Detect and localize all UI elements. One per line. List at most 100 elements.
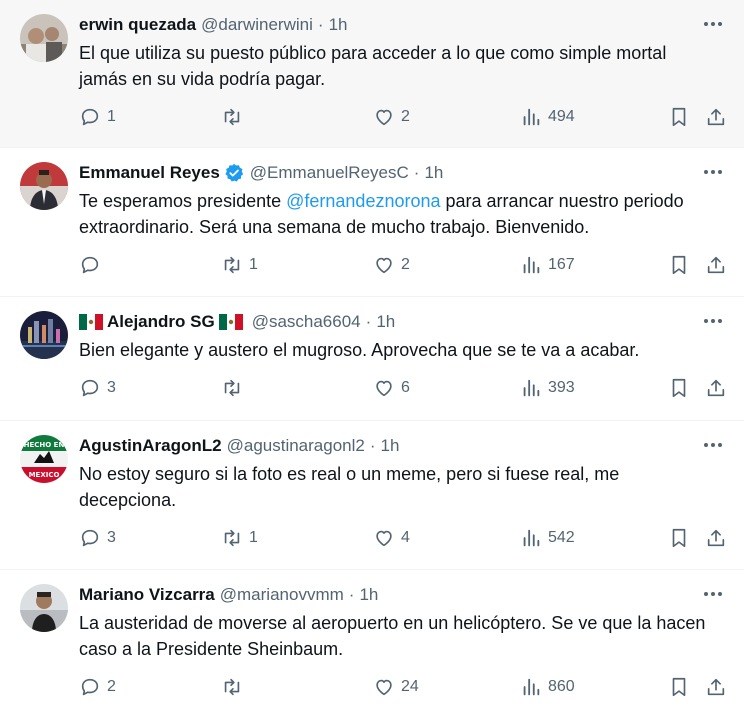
tweet-header: erwin quezada @darwinerwini · 1h	[79, 12, 726, 38]
views-button[interactable]: 167	[520, 254, 575, 276]
more-icon[interactable]	[702, 313, 724, 329]
tweet-header: Alejandro SG @sascha6604 · 1h	[79, 309, 726, 335]
tweet-text: La austeridad de moverse al aeropuerto e…	[79, 613, 706, 659]
retweet-button[interactable]	[221, 676, 249, 698]
reply-count: 1	[107, 108, 116, 125]
display-name[interactable]: Alejandro SG	[107, 312, 215, 332]
display-name[interactable]: Emmanuel Reyes	[79, 163, 220, 183]
share-icon	[705, 527, 727, 549]
like-button[interactable]: 4	[373, 527, 410, 549]
share-button[interactable]	[705, 676, 727, 698]
retweet-icon	[221, 527, 243, 549]
more-icon[interactable]	[702, 164, 724, 180]
tweet-text: Te esperamos presidente @fernandeznorona…	[79, 188, 726, 240]
like-icon	[373, 527, 395, 549]
avatar[interactable]	[20, 14, 68, 62]
tweet[interactable]: Alejandro SG @sascha6604 · 1h Bien elega…	[0, 297, 744, 421]
timestamp[interactable]: 1h	[376, 312, 395, 332]
avatar[interactable]	[20, 162, 68, 210]
bookmark-icon	[668, 106, 690, 128]
user-handle[interactable]: @agustinaragonl2	[227, 436, 365, 456]
tweet-actions: 2 24 860	[79, 662, 726, 708]
share-icon	[705, 254, 727, 276]
like-button[interactable]: 6	[373, 377, 410, 399]
like-count: 4	[401, 529, 410, 546]
tweet[interactable]: HECHO EN MEXICO AgustinAragonL2 @agustina…	[0, 421, 744, 570]
user-handle[interactable]: @sascha6604	[252, 312, 361, 332]
views-count: 542	[548, 529, 575, 546]
bookmark-icon	[668, 254, 690, 276]
timestamp[interactable]: 1h	[359, 585, 378, 605]
tweet[interactable]: Mariano Vizcarra @marianovvmm · 1h La au…	[0, 570, 744, 708]
views-button[interactable]: 860	[520, 676, 575, 698]
tweet-header: AgustinAragonL2 @agustinaragonl2 · 1h	[79, 433, 726, 459]
avatar[interactable]	[20, 311, 68, 359]
reply-icon	[79, 527, 101, 549]
avatar[interactable]: HECHO EN MEXICO	[20, 435, 68, 483]
share-button[interactable]	[705, 527, 727, 549]
retweet-button[interactable]	[221, 377, 249, 399]
share-icon	[705, 676, 727, 698]
more-icon[interactable]	[702, 437, 724, 453]
share-button[interactable]	[705, 377, 727, 399]
share-button[interactable]	[705, 106, 727, 128]
reply-button[interactable]: 3	[79, 527, 116, 549]
reply-button[interactable]: 3	[79, 377, 116, 399]
tweet-text: No estoy seguro si la foto es real o un …	[79, 464, 620, 510]
user-handle[interactable]: @EmmanuelReyesC	[250, 163, 409, 183]
display-name[interactable]: AgustinAragonL2	[79, 436, 222, 456]
reply-icon	[79, 106, 101, 128]
like-count: 24	[401, 678, 419, 695]
tweet-header: Emmanuel Reyes @EmmanuelReyesC · 1h	[79, 160, 726, 186]
tweet-header: Mariano Vizcarra @marianovvmm · 1h	[79, 582, 726, 608]
tweet[interactable]: Emmanuel Reyes @EmmanuelReyesC · 1h Te e…	[0, 148, 744, 297]
timestamp[interactable]: 1h	[424, 163, 443, 183]
reply-button[interactable]	[79, 254, 107, 276]
retweet-icon	[221, 254, 243, 276]
user-handle[interactable]: @darwinerwini	[201, 15, 313, 35]
retweet-button[interactable]	[221, 106, 249, 128]
more-icon[interactable]	[702, 16, 724, 32]
views-button[interactable]: 494	[520, 106, 575, 128]
bookmark-button[interactable]	[668, 527, 690, 549]
views-button[interactable]: 393	[520, 377, 575, 399]
like-button[interactable]: 24	[373, 676, 419, 698]
user-handle[interactable]: @marianovvmm	[220, 585, 344, 605]
like-button[interactable]: 2	[373, 254, 410, 276]
reply-button[interactable]: 1	[79, 106, 116, 128]
views-button[interactable]: 542	[520, 527, 575, 549]
timestamp[interactable]: 1h	[329, 15, 348, 35]
separator-dot: ·	[369, 436, 376, 455]
display-name[interactable]: Mariano Vizcarra	[79, 585, 215, 605]
tweet-text: El que utiliza su puesto público para ac…	[79, 43, 667, 89]
bookmark-button[interactable]	[668, 377, 690, 399]
views-count: 860	[548, 678, 575, 695]
share-button[interactable]	[705, 254, 727, 276]
share-icon	[705, 377, 727, 399]
reply-button[interactable]: 2	[79, 676, 116, 698]
tweet-actions: 1 2 167	[79, 240, 726, 298]
reply-count: 3	[107, 529, 116, 546]
bookmark-button[interactable]	[668, 254, 690, 276]
views-count: 393	[548, 379, 575, 396]
bookmark-button[interactable]	[668, 676, 690, 698]
retweet-button[interactable]: 1	[221, 254, 258, 276]
more-icon[interactable]	[702, 586, 724, 602]
like-icon	[373, 106, 395, 128]
views-icon	[520, 676, 542, 698]
reply-count: 2	[107, 678, 116, 695]
mexico-flag-icon	[79, 314, 103, 330]
retweet-icon	[221, 676, 243, 698]
like-button[interactable]: 2	[373, 106, 410, 128]
avatar[interactable]	[20, 584, 68, 632]
separator-dot: ·	[317, 15, 324, 34]
bookmark-icon	[668, 377, 690, 399]
mention-link[interactable]: @fernandeznorona	[286, 191, 440, 211]
timestamp[interactable]: 1h	[381, 436, 400, 456]
retweet-button[interactable]: 1	[221, 527, 258, 549]
bookmark-icon	[668, 676, 690, 698]
tweet[interactable]: erwin quezada @darwinerwini · 1h El que …	[0, 0, 744, 148]
retweet-count: 1	[249, 256, 258, 273]
bookmark-button[interactable]	[668, 106, 690, 128]
display-name[interactable]: erwin quezada	[79, 15, 196, 35]
